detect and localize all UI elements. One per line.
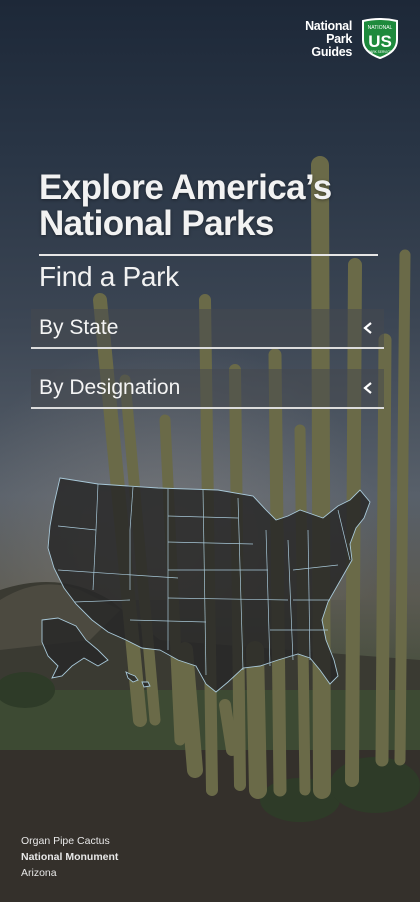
organ-pipe-cactus-background [0,156,420,902]
brand-name-line: Park [326,31,352,46]
chevron-left-icon [363,382,372,394]
caption-state: Arizona [21,867,57,879]
by-designation-button[interactable]: By Designation [31,369,384,409]
shield-top-text: NATIONAL [368,25,393,31]
caption-park-name: Organ Pipe Cactus [21,835,110,847]
shield-main-text: US [368,32,392,51]
by-designation-label: By Designation [39,376,181,399]
us-map-icon[interactable] [38,470,378,730]
hero-divider [39,254,378,256]
us-park-shield-icon: NATIONAL US PARK SERVICE [362,18,398,60]
brand-logo: National Park Guides NATIONAL US PARK SE… [305,18,400,60]
hero-title-line: National Parks [39,204,274,243]
hero-title-line: Explore America’s [39,168,332,207]
by-state-button[interactable]: By State [31,309,384,349]
hero: Explore America’s National Parks [39,170,379,242]
shield-bottom-text: PARK SERVICE [368,50,391,54]
by-state-label: By State [39,316,119,339]
brand-name-line: National [305,18,352,33]
chevron-left-icon [363,322,372,334]
photo-caption: Organ Pipe Cactus National Monument Ariz… [21,833,118,881]
brand-name: National Park Guides [305,18,352,59]
brand-name-line: Guides [311,44,352,59]
caption-designation: National Monument [21,851,119,863]
find-a-park-heading: Find a Park [39,261,179,292]
home-screen: National Park Guides NATIONAL US PARK SE… [0,0,420,902]
hero-title: Explore America’s National Parks [39,170,379,242]
